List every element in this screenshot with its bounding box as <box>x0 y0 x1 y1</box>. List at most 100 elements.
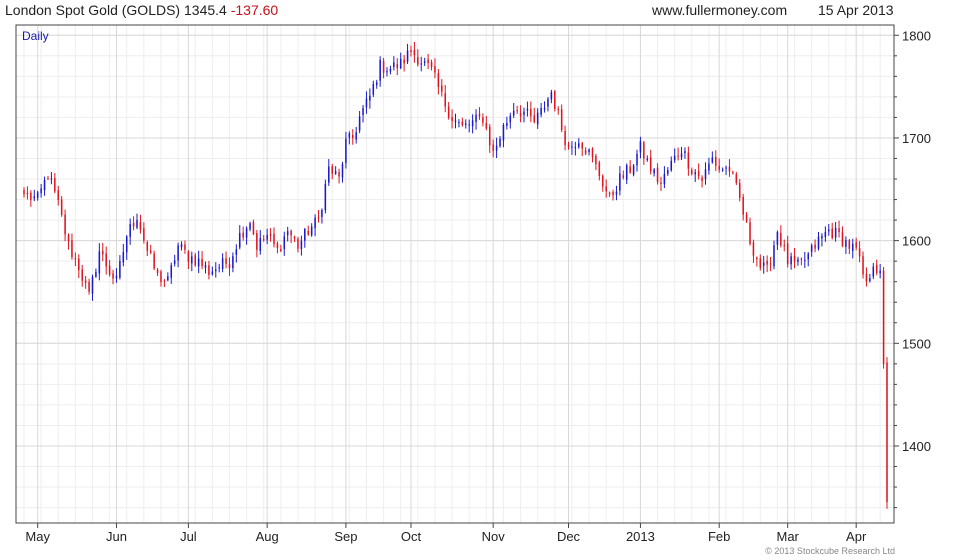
candle-body <box>742 196 744 215</box>
candle-body <box>184 244 186 250</box>
candle-body <box>745 214 748 222</box>
candle-body <box>506 122 508 126</box>
candle-body <box>636 153 638 166</box>
candle-body <box>262 239 265 241</box>
plot-frame <box>15 24 895 524</box>
candle-body <box>441 85 443 92</box>
candle-body <box>362 108 364 115</box>
candle-body <box>74 258 77 260</box>
candle-body <box>30 192 32 200</box>
candle-body <box>276 243 279 249</box>
x-tick-label: Apr <box>846 529 867 544</box>
candle-body <box>430 62 433 67</box>
candle-body <box>88 281 90 292</box>
candle-body <box>790 256 792 265</box>
candle-body <box>334 171 337 174</box>
y-tick-label: 1500 <box>902 336 931 351</box>
candle-body <box>786 243 789 265</box>
candle-body <box>420 63 423 65</box>
x-axis: May Jun Jul Aug Sep Oct Nov Dec 2013 Feb Mar Apr <box>25 523 867 544</box>
candle-body <box>680 153 683 158</box>
candle-body <box>64 214 66 235</box>
candle-body <box>526 108 529 111</box>
candle-body <box>173 260 176 264</box>
candle-body <box>759 258 762 268</box>
candle-body <box>598 162 601 176</box>
candle-body <box>437 73 440 88</box>
candle-body <box>256 233 258 250</box>
candle-body <box>167 276 169 281</box>
candle-body <box>447 106 450 118</box>
candle-body <box>523 111 525 115</box>
candle-body <box>242 232 244 238</box>
candle-body <box>410 50 412 52</box>
candle-body <box>286 231 289 236</box>
candle-body <box>471 120 474 127</box>
x-tick-label: 2013 <box>626 529 655 544</box>
candle-body <box>355 132 357 140</box>
candle-body <box>78 258 80 271</box>
y-axis: 1400 1500 1600 1700 1800 <box>894 28 931 509</box>
candle-body <box>694 172 696 175</box>
candle-body <box>721 169 724 171</box>
candle-body <box>677 155 679 157</box>
candle-body <box>67 234 70 242</box>
candle-body <box>375 82 378 86</box>
candle-body <box>386 71 388 73</box>
candle-body <box>704 169 707 180</box>
candle-body <box>290 230 292 236</box>
candle-body <box>519 113 522 117</box>
candle-body <box>595 156 597 165</box>
candle-body <box>211 271 214 275</box>
candle-body <box>834 227 837 238</box>
candle-body <box>845 240 847 247</box>
candle-body <box>667 170 669 174</box>
candle-body <box>379 59 381 81</box>
candle-body <box>54 178 56 192</box>
candle-body <box>372 83 375 95</box>
candle-body <box>98 251 101 274</box>
candle-body <box>413 49 416 56</box>
candle-body <box>502 125 505 141</box>
candle-body <box>766 260 768 265</box>
candle-body <box>601 175 604 187</box>
candle-body <box>238 233 241 248</box>
candle-body <box>656 167 659 183</box>
x-tick-label: Mar <box>776 529 799 544</box>
candle-body <box>273 233 275 245</box>
candle-body <box>516 110 518 112</box>
candle-body <box>848 240 851 249</box>
candle-body <box>725 167 727 169</box>
candle-body <box>187 251 190 262</box>
candle-body <box>71 240 73 258</box>
candle-body <box>769 263 772 265</box>
candle-body <box>554 91 556 109</box>
candle-body <box>314 217 316 229</box>
candle-body <box>191 256 193 264</box>
candle-body <box>862 256 864 275</box>
candle-body <box>879 270 881 274</box>
candle-body <box>399 58 402 69</box>
candle-body <box>499 138 501 147</box>
candle-body <box>574 147 577 149</box>
candle-body <box>129 224 131 237</box>
candle-body <box>536 112 539 125</box>
candle-body <box>492 144 494 151</box>
candle-body <box>122 252 125 263</box>
candle-body <box>557 109 560 111</box>
candle-body <box>810 245 813 252</box>
candle-body <box>396 63 399 69</box>
candle-body <box>560 109 563 130</box>
candle-body <box>749 222 751 244</box>
candle-body <box>60 199 63 215</box>
candle-body <box>36 192 39 198</box>
candle-body <box>143 228 145 241</box>
candle-body <box>283 236 286 250</box>
candle-body <box>701 177 703 181</box>
candle-body <box>512 110 515 116</box>
candle-body <box>735 174 738 184</box>
candle-body <box>451 116 453 121</box>
candle-body <box>550 92 553 100</box>
candle-body <box>653 169 655 174</box>
candle-body <box>317 217 320 219</box>
